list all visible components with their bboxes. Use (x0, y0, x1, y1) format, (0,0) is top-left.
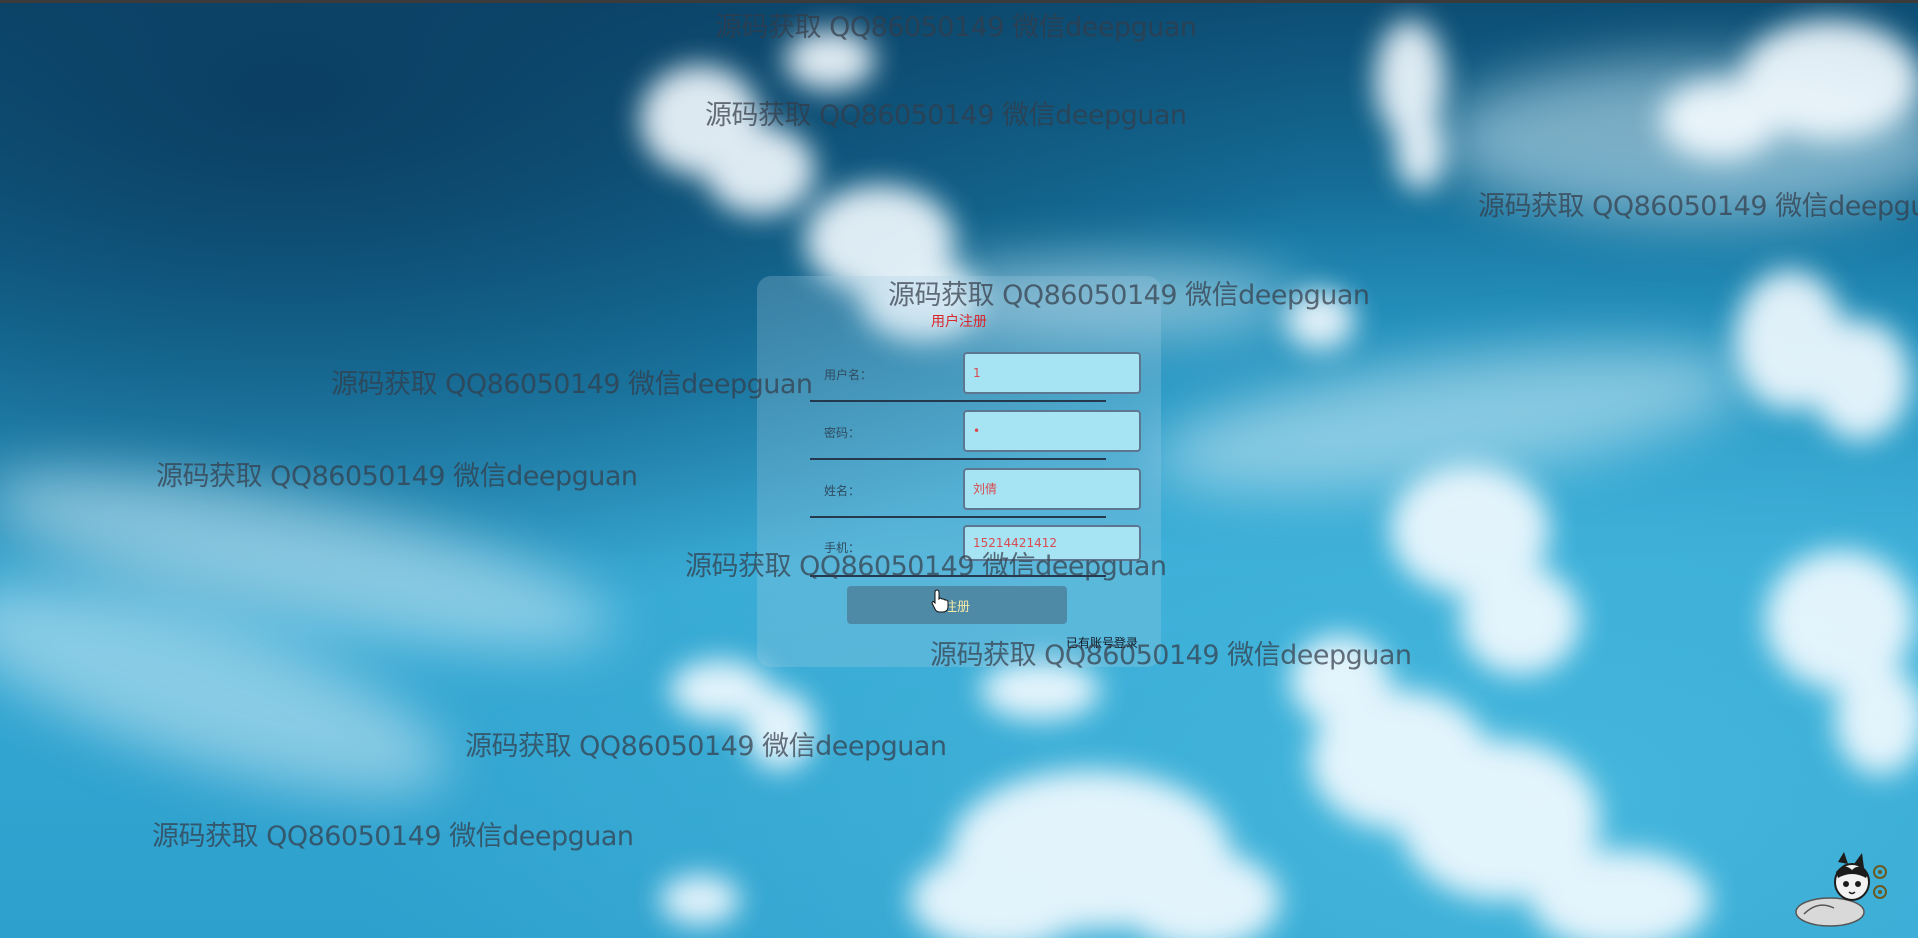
watermark-text: 源码获取 QQ86050149 微信deepguan (715, 12, 1197, 43)
name-row: 姓名： 刘倩 (810, 468, 1141, 524)
watermark-text: 源码获取 QQ86050149 微信deepguan (152, 821, 634, 852)
register-button[interactable]: 注册 (847, 586, 1067, 624)
watermark-text: 源码获取 QQ86050149 微信deepguan (156, 461, 638, 492)
name-divider (810, 516, 1106, 518)
window-top-edge (0, 0, 1918, 3)
watermark-text: 源码获取 QQ86050149 微信deepguan (930, 640, 1412, 671)
username-label: 用户名： (824, 368, 873, 382)
watermark-text: 源码获取 QQ86050149 微信deepguan (685, 551, 1167, 582)
hand-pointer-icon (931, 589, 949, 613)
watermark-text: 源码获取 QQ86050149 微信deepguan (331, 369, 813, 400)
username-field[interactable]: 1 (963, 352, 1141, 394)
name-label: 姓名： (824, 484, 861, 498)
name-field[interactable]: 刘倩 (963, 468, 1141, 510)
password-row: 密码： • (810, 410, 1141, 466)
username-row: 用户名： 1 (810, 352, 1141, 408)
register-panel: 用户注册 用户名： 1 密码： • 姓名： 刘倩 手机： 15214421412… (757, 276, 1161, 667)
watermark-text: 源码获取 QQ86050149 微信deepguan (705, 100, 1187, 131)
cat-mascot-icon (1795, 852, 1887, 927)
watermark-text: 源码获取 QQ86050149 微信deepguan (888, 280, 1370, 311)
password-label: 密码： (824, 426, 861, 440)
watermark-text: 源码获取 QQ86050149 微信deepguan (465, 731, 947, 762)
username-divider (810, 400, 1106, 402)
password-field[interactable]: • (963, 410, 1141, 452)
password-divider (810, 458, 1106, 460)
register-title: 用户注册 (931, 314, 987, 330)
watermark-text: 源码获取 QQ86050149 微信deepguan (1478, 191, 1918, 222)
